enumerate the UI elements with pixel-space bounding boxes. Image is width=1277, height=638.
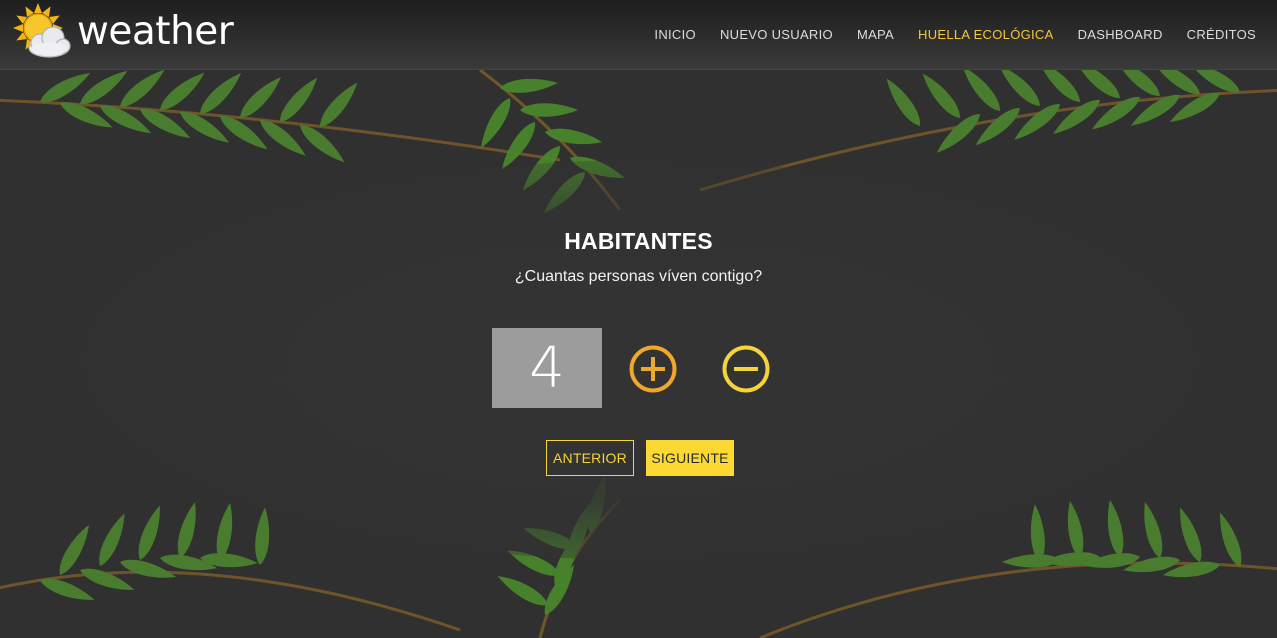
plus-circle-icon[interactable] <box>628 344 678 394</box>
nav-item-creditos[interactable]: CRÉDITOS <box>1187 27 1256 42</box>
brand[interactable]: weather <box>11 3 234 63</box>
sun-cloud-icon <box>13 3 71 58</box>
nav-item-nuevo-usuario[interactable]: NUEVO USUARIO <box>720 27 833 42</box>
minus-circle-icon[interactable] <box>721 344 771 394</box>
people-count-display[interactable]: 4 <box>492 328 602 408</box>
nav-item-inicio[interactable]: INICIO <box>654 27 696 42</box>
nav-item-mapa[interactable]: MAPA <box>857 27 894 42</box>
people-count-value: 4 <box>529 335 565 401</box>
brand-name: weather <box>77 8 234 54</box>
nav-item-huella-ecologica[interactable]: HUELLA ECOLÓGICA <box>918 27 1054 42</box>
step-question: ¿Cuantas personas víven contigo? <box>514 268 763 285</box>
main-nav: INICIO NUEVO USUARIO MAPA HUELLA ECOLÓGI… <box>630 27 1256 42</box>
step-title: HABITANTES <box>564 228 713 254</box>
habitantes-step: HABITANTES ¿Cuantas personas víven conti… <box>0 70 1277 638</box>
siguiente-button[interactable]: SIGUIENTE <box>646 440 734 476</box>
navbar: weather INICIO NUEVO USUARIO MAPA HUELLA… <box>0 0 1277 70</box>
nav-item-dashboard[interactable]: DASHBOARD <box>1078 27 1163 42</box>
anterior-button[interactable]: ANTERIOR <box>546 440 634 476</box>
